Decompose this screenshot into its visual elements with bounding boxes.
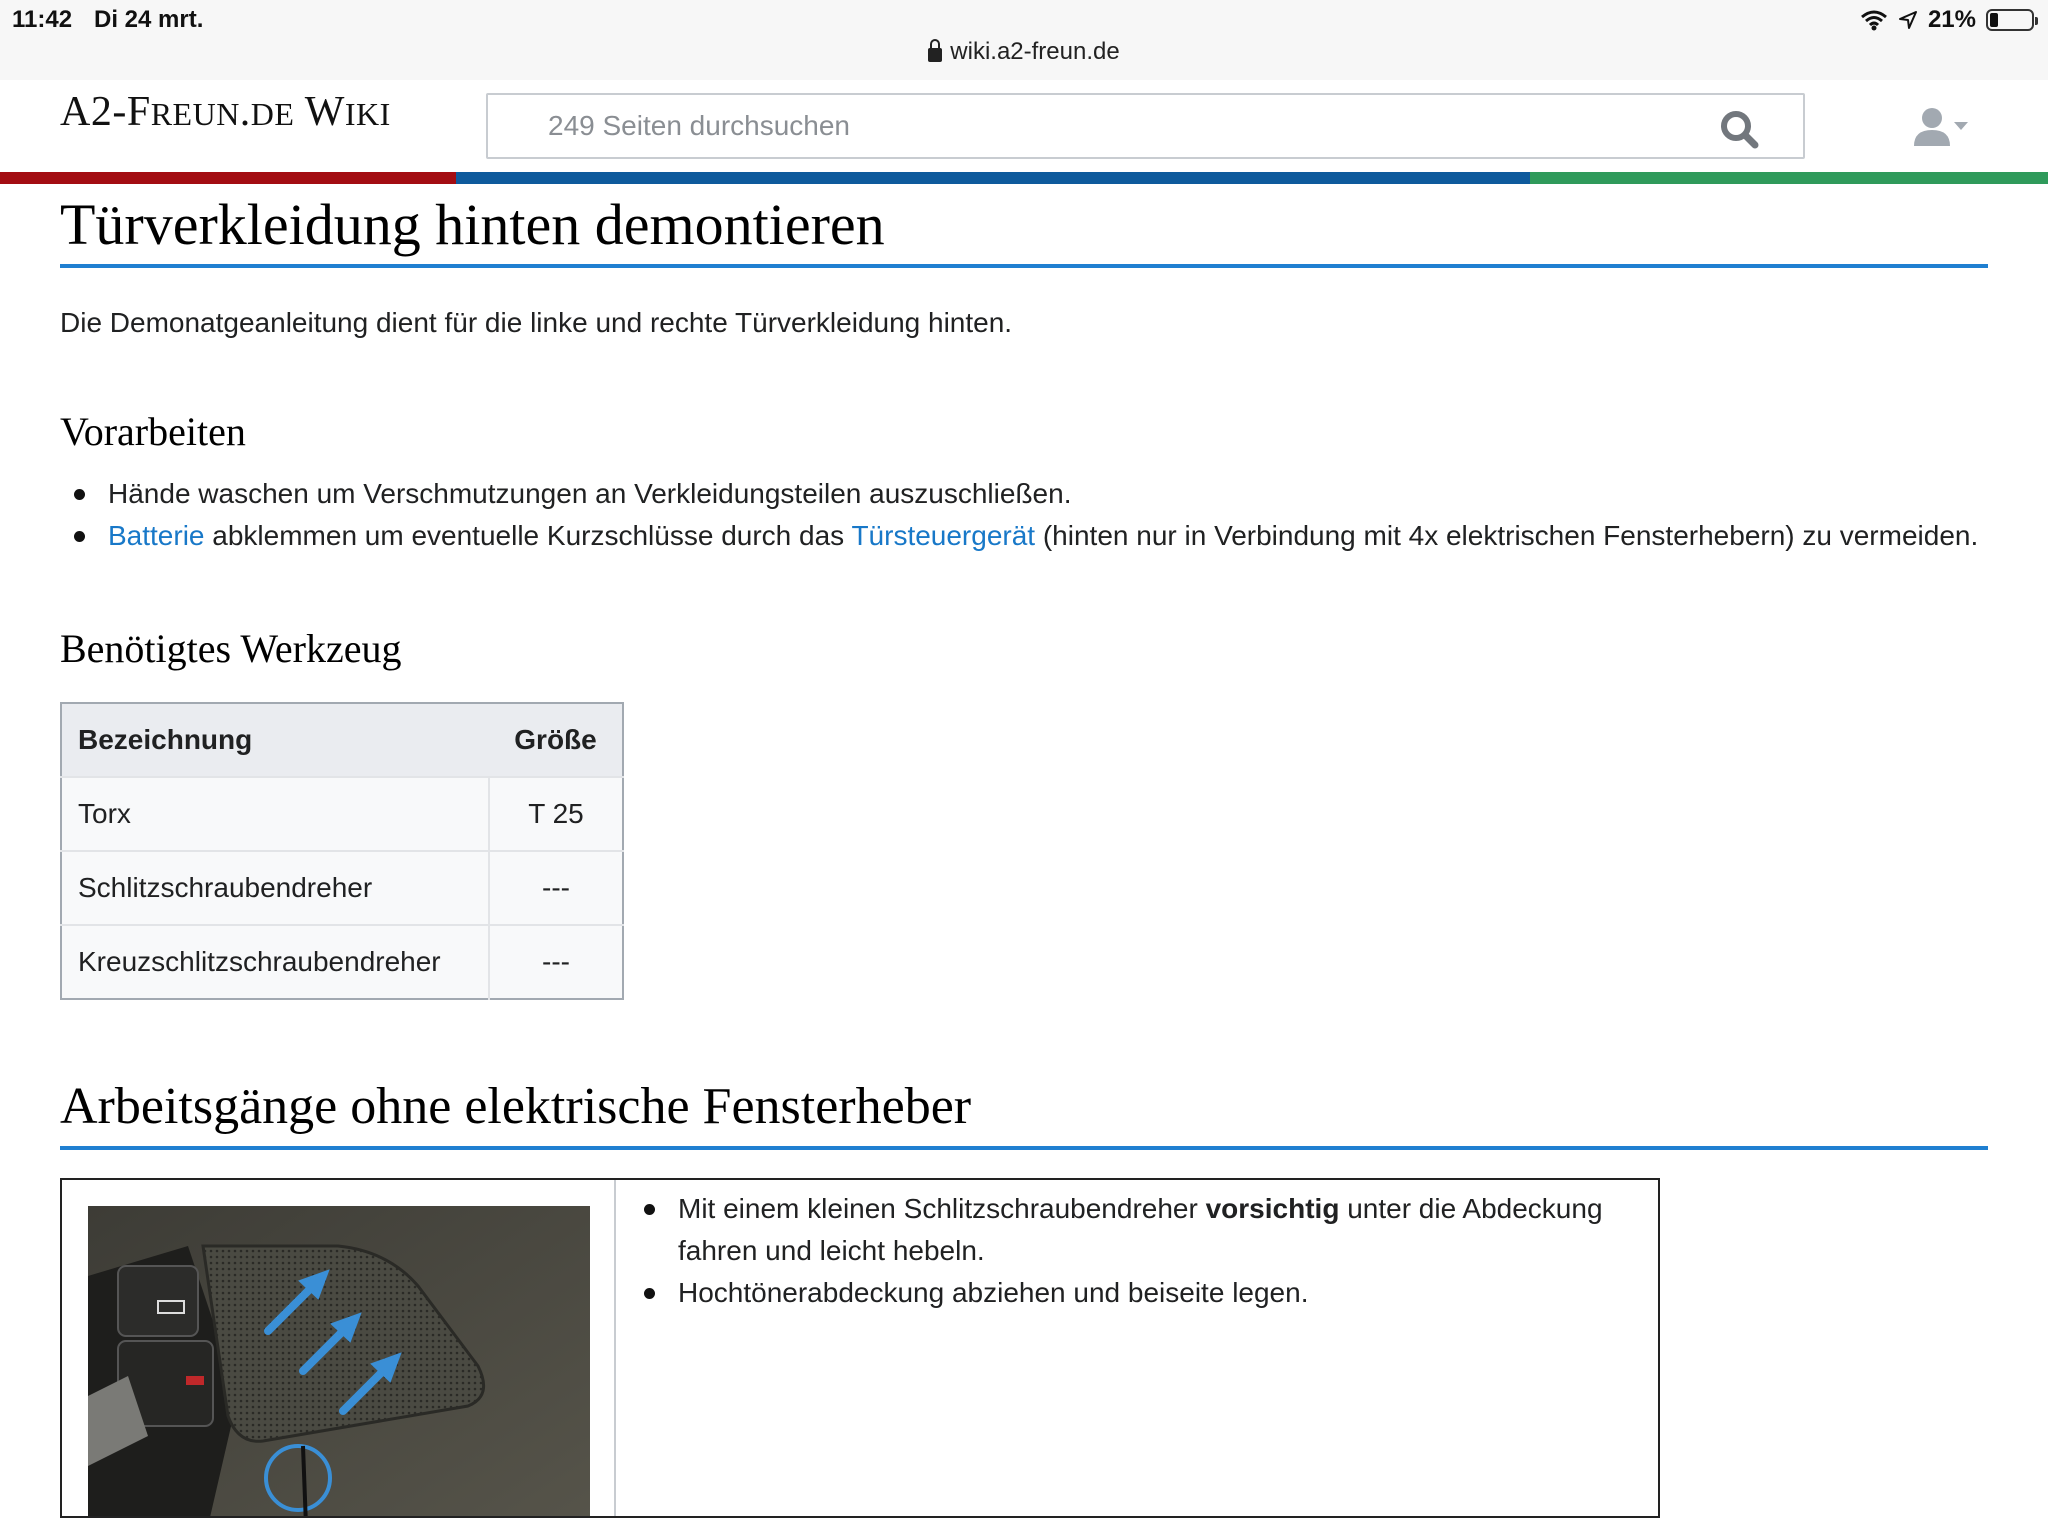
address-bar[interactable]: wiki.a2-freun.de — [0, 38, 2048, 66]
site-logo[interactable]: A2-FREUN.DE WIKI — [60, 88, 391, 136]
tool-size: --- — [488, 924, 623, 999]
status-date: Di 24 mrt. — [94, 6, 204, 33]
list-item: Mit einem kleinen Schlitzschraubendreher… — [644, 1188, 1658, 1272]
status-bar: 11:42 Di 24 mrt. 21% wiki.a2-freun.de — [0, 0, 2048, 80]
logo-text: DE — [250, 96, 295, 132]
heading-vorarbeiten: Vorarbeiten — [60, 409, 246, 454]
table-row: Schlitzschraubendreher --- — [61, 850, 623, 925]
tool-name: Kreuzschlitzschraubendreher — [61, 924, 489, 999]
battery-icon — [1986, 9, 2038, 31]
step-box: Mit einem kleinen Schlitzschraubendreher… — [60, 1178, 1660, 1518]
battery-percent: 21% — [1927, 6, 1976, 33]
step-image-cell — [62, 1180, 616, 1516]
emphasis-text: vorsichtig — [1205, 1193, 1340, 1224]
list-item: Hochtönerabdeckung abziehen und beiseite… — [644, 1272, 1658, 1314]
tool-size: --- — [488, 850, 623, 925]
battery-level — [1990, 13, 1998, 27]
logo-text: REUN — [150, 96, 240, 132]
link-batterie[interactable]: Batterie — [108, 520, 205, 551]
main-content: Türverkleidung hinten demontieren Die De… — [60, 184, 1988, 1518]
user-icon[interactable] — [1912, 106, 1972, 150]
stripe-green — [1530, 172, 2048, 184]
heading-arbeitsgaenge: Arbeitsgänge ohne elektrische Fensterheb… — [60, 1074, 1988, 1150]
table-header-row: Bezeichnung Größe — [61, 703, 623, 777]
lock-icon — [928, 39, 943, 62]
tool-name: Schlitzschraubendreher — [61, 850, 489, 925]
link-tuersteuergeraet[interactable]: Türsteuergerät — [851, 520, 1035, 551]
search-icon[interactable] — [1719, 109, 1759, 149]
logo-text: A2-F — [60, 89, 151, 135]
table-row: Torx T 25 — [61, 776, 623, 851]
list-item: Hände waschen um Verschmutzungen an Verk… — [74, 473, 1988, 515]
status-time: 11:42 — [12, 6, 73, 33]
logo-text: IKI — [344, 96, 391, 132]
list-item-text: (hinten nur in Verbindung mit 4x elektri… — [1035, 520, 1979, 551]
vorarbeiten-list: Hände waschen um Verschmutzungen an Verk… — [60, 473, 1988, 557]
status-indicators: 21% — [1860, 6, 2038, 34]
logo-text: W — [294, 89, 345, 135]
column-header-name: Bezeichnung — [61, 703, 489, 777]
list-item: Batterie abklemmen um eventuelle Kurzsch… — [74, 515, 1988, 557]
tools-table: Bezeichnung Größe Torx T 25 Schlitzschra… — [60, 702, 624, 1000]
heading-werkzeug: Benötigtes Werkzeug — [60, 626, 402, 671]
step-text-cell: Mit einem kleinen Schlitzschraubendreher… — [616, 1180, 1658, 1516]
intro-text: Die Demonatgeanleitung dient für die lin… — [60, 307, 1013, 338]
door-panel-photo[interactable] — [88, 1206, 590, 1516]
url-text: wiki.a2-freun.de — [950, 38, 1120, 65]
column-header-size: Größe — [489, 703, 623, 777]
search-input[interactable] — [488, 95, 1803, 157]
tool-name: Torx — [61, 776, 489, 851]
site-header: A2-FREUN.DE WIKI — [0, 80, 2048, 172]
location-arrow-icon — [1898, 11, 1917, 29]
tool-size: T 25 — [488, 776, 623, 851]
page-title: Türverkleidung hinten demontieren — [60, 184, 1988, 268]
color-stripe — [0, 172, 2048, 184]
stripe-blue — [456, 172, 1530, 184]
table-row: Kreuzschlitzschraubendreher --- — [61, 924, 623, 999]
list-item-text: abklemmen um eventuelle Kurzschlüsse dur… — [204, 520, 852, 551]
step-list: Mit einem kleinen Schlitzschraubendreher… — [616, 1188, 1658, 1314]
search-box — [486, 93, 1805, 159]
stripe-red — [0, 172, 456, 184]
wifi-icon — [1860, 10, 1887, 31]
logo-text: . — [239, 89, 251, 135]
list-item-text: Mit einem kleinen Schlitzschraubendreher — [678, 1193, 1206, 1224]
